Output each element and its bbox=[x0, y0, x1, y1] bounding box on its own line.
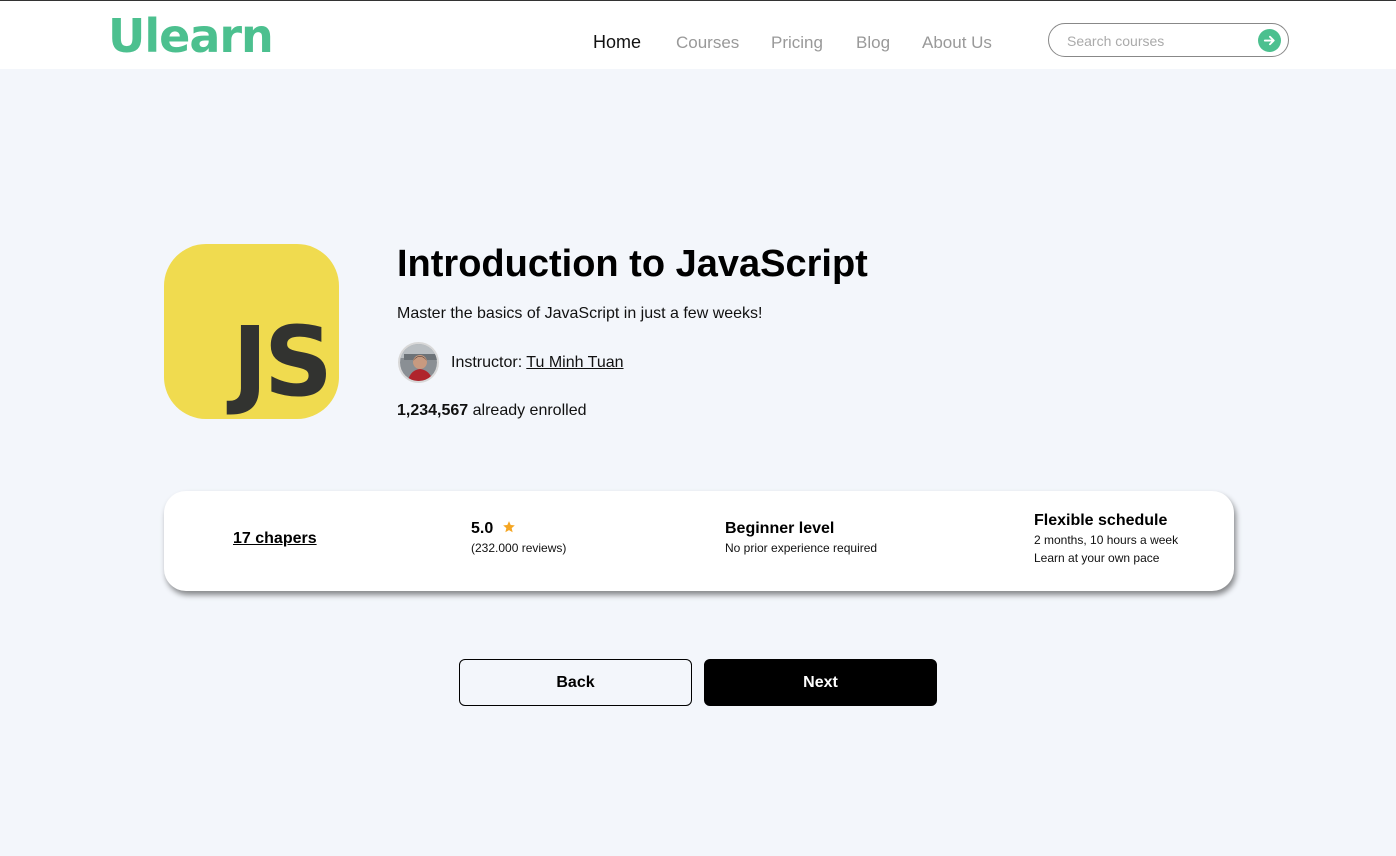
course-subtitle: Master the basics of JavaScript in just … bbox=[397, 305, 763, 322]
schedule-pace: Learn at your own pace bbox=[1034, 551, 1160, 565]
chapters-link[interactable]: 17 chapers bbox=[233, 530, 317, 547]
stat-schedule: Flexible schedule 2 months, 10 hours a w… bbox=[1034, 511, 1178, 567]
next-button[interactable]: Next bbox=[704, 659, 937, 706]
enrolled-number: 1,234,567 bbox=[397, 402, 469, 419]
nav-home[interactable]: Home bbox=[593, 31, 641, 53]
nav-courses[interactable]: Courses bbox=[676, 32, 739, 54]
enrolled-label: already enrolled bbox=[468, 402, 587, 419]
arrow-right-icon bbox=[1263, 35, 1275, 46]
course-title: Introduction to JavaScript bbox=[397, 243, 868, 285]
nav-pricing[interactable]: Pricing bbox=[771, 32, 823, 54]
stat-rating: 5.0 (232.000 reviews) bbox=[471, 519, 566, 557]
nav-about-us[interactable]: About Us bbox=[922, 32, 992, 54]
search-submit-button[interactable] bbox=[1258, 29, 1281, 52]
course-logo: JS bbox=[164, 244, 339, 419]
schedule-duration: 2 months, 10 hours a week bbox=[1034, 533, 1179, 547]
course-stats-card: 17 chapers 5.0 (232.000 reviews) Beginne… bbox=[164, 491, 1234, 591]
level-title: Beginner level bbox=[725, 520, 835, 537]
back-button[interactable]: Back bbox=[459, 659, 692, 706]
rating-value: 5.0 bbox=[471, 520, 494, 537]
instructor-line: Instructor: Tu Minh Tuan bbox=[451, 353, 624, 373]
search-box bbox=[1048, 23, 1289, 57]
instructor-avatar[interactable] bbox=[398, 342, 439, 383]
top-header: Ulearn Home Courses Pricing Blog About U… bbox=[0, 1, 1396, 69]
enrolled-count: 1,234,567 already enrolled bbox=[397, 401, 586, 421]
level-description: No prior experience required bbox=[725, 541, 878, 555]
search-input[interactable] bbox=[1067, 31, 1257, 51]
rating-reviews: (232.000 reviews) bbox=[471, 541, 567, 555]
instructor-label: Instructor: bbox=[451, 354, 527, 371]
nav-blog[interactable]: Blog bbox=[856, 32, 890, 54]
stat-level: Beginner level No prior experience requi… bbox=[725, 519, 877, 557]
course-logo-text: JS bbox=[232, 306, 333, 418]
logo[interactable]: Ulearn bbox=[108, 9, 274, 63]
schedule-title: Flexible schedule bbox=[1034, 512, 1168, 529]
instructor-link[interactable]: Tu Minh Tuan bbox=[526, 354, 623, 371]
stat-chapters: 17 chapers bbox=[233, 530, 317, 548]
star-icon bbox=[502, 521, 515, 533]
